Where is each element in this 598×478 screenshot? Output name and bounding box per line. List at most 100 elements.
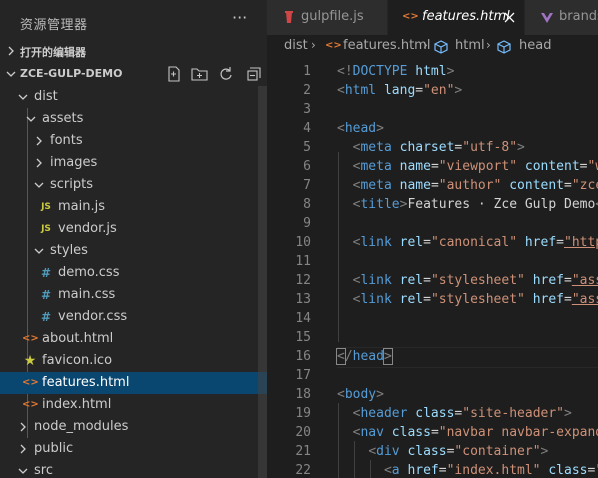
line-number: 2 (303, 83, 311, 98)
tree-file-features-html[interactable]: <> features.html (0, 372, 267, 394)
line-number: 20 (295, 425, 311, 440)
open-editors-section[interactable]: 打开的编辑器 (0, 40, 267, 62)
tree-folder-fonts[interactable]: fonts (0, 130, 267, 152)
line-number: 11 (295, 254, 311, 269)
tree-label: about.html (42, 331, 114, 346)
tree-folder-public[interactable]: public (0, 438, 267, 460)
tree-label: features.html (42, 375, 130, 390)
tree-file-about-html[interactable]: <> about.html (0, 328, 267, 350)
chevron-down-icon (18, 468, 28, 474)
tree-label: index.html (42, 397, 112, 412)
tree-label: vendor.js (58, 221, 117, 236)
line-number: 1 (303, 64, 311, 79)
breadcrumb-file[interactable]: features.html (343, 38, 430, 53)
ellipsis-icon[interactable]: ··· (232, 8, 247, 27)
code-line: </head> (336, 348, 393, 365)
refresh-icon[interactable] (215, 65, 237, 83)
tree-folder-scripts[interactable]: scripts (0, 174, 267, 196)
line-number: 4 (303, 121, 311, 136)
line-number: 21 (295, 444, 311, 459)
tree-file-vendor-css[interactable]: # vendor.css (0, 306, 267, 328)
js-file-icon: JS (41, 202, 51, 212)
html-file-icon: <> (325, 40, 342, 51)
tree-label: main.css (58, 287, 116, 302)
tree-label: fonts (50, 133, 83, 148)
sidebar-scrollbar[interactable] (258, 86, 267, 478)
line-number: 13 (295, 292, 311, 307)
code-line: <body> (337, 387, 384, 402)
tab-label: gulpfile.js (301, 9, 364, 24)
line-number: 7 (303, 178, 311, 193)
code-line: <html lang="en"> (337, 83, 463, 98)
tab-features-html[interactable]: <> features.html (388, 0, 524, 35)
chevron-right-icon: › (486, 38, 491, 52)
line-number: 9 (303, 216, 311, 231)
code-line: <a href="index.html" class=" (383, 463, 598, 478)
gulp-icon (285, 11, 293, 23)
chevron-down-icon (18, 94, 28, 100)
new-file-icon[interactable] (163, 65, 185, 83)
code-line: <link rel="canonical" href="http (352, 235, 598, 250)
workspace-label: ZCE-GULP-DEMO (20, 67, 123, 80)
code-line: <div class="container"> (368, 444, 549, 459)
chevron-right-icon (20, 422, 26, 432)
star-icon: ★ (23, 353, 37, 369)
tree-label: dist (34, 89, 58, 104)
breadcrumb-head[interactable]: head (519, 38, 551, 53)
code-line: <meta name="author" content="zce (352, 178, 598, 193)
chevron-down-icon (34, 248, 44, 254)
collapse-all-icon[interactable] (241, 65, 263, 83)
tab-brands[interactable]: brands. (525, 0, 598, 35)
tree-file-demo-css[interactable]: # demo.css (0, 262, 267, 284)
tree-folder-node-modules[interactable]: node_modules (0, 416, 267, 438)
tree-label: src (34, 463, 53, 478)
html-file-icon: <> (22, 333, 39, 344)
tree-folder-styles[interactable]: styles (0, 240, 267, 262)
code-line: <link rel="stylesheet" href="ass (352, 273, 598, 288)
tree-file-main-js[interactable]: JS main.js (0, 196, 267, 218)
html-file-icon: <> (22, 377, 39, 388)
vue-icon (541, 13, 553, 23)
line-number: 17 (295, 368, 311, 383)
code-line: <link rel="stylesheet" href="ass (352, 292, 598, 307)
line-number: 3 (303, 102, 311, 117)
css-file-icon: # (40, 288, 52, 302)
tree-file-index-html[interactable]: <> index.html (0, 394, 267, 416)
tree-file-vendor-js[interactable]: JS vendor.js (0, 218, 267, 240)
breadcrumb-html[interactable]: html (455, 38, 485, 53)
line-number: 12 (295, 273, 311, 288)
tree-label: images (50, 155, 98, 170)
code-line: <header class="site-header"> (352, 406, 572, 421)
explorer-sidebar: 资源管理器 ··· 打开的编辑器 ZCE-GULP-DEMO dist asse… (0, 0, 267, 478)
chevron-down-icon (34, 182, 44, 188)
tree-folder-images[interactable]: images (0, 152, 267, 174)
chevron-down-icon (26, 116, 36, 122)
new-folder-icon[interactable] (189, 65, 211, 83)
line-number: 22 (295, 463, 311, 478)
tree-label: node_modules (34, 419, 129, 434)
tree-folder-src[interactable]: src (0, 460, 267, 478)
line-number: 5 (303, 140, 311, 155)
chevron-right-icon (8, 46, 14, 56)
workspace-section[interactable]: ZCE-GULP-DEMO (0, 63, 267, 85)
tree-file-favicon[interactable]: ★ favicon.ico (0, 350, 267, 372)
tree-label: public (34, 441, 74, 456)
symbol-element-icon (434, 40, 448, 54)
css-file-icon: # (40, 266, 52, 280)
line-number: 8 (303, 197, 311, 212)
breadcrumb-dist[interactable]: dist (284, 38, 308, 53)
line-number: 6 (303, 159, 311, 174)
explorer-header: 资源管理器 ··· (0, 0, 267, 44)
tree-folder-dist[interactable]: dist (0, 86, 267, 108)
tree-label: vendor.css (58, 309, 128, 324)
code-line: <nav class="navbar navbar-expand (352, 425, 598, 440)
tab-gulpfile[interactable]: gulpfile.js (267, 0, 388, 35)
code-editor[interactable]: 1 2 3 4 5 6 7 8 9 10 11 12 13 14 15 16 1… (267, 57, 598, 478)
close-icon[interactable] (504, 12, 515, 23)
tab-label: brands. (559, 9, 598, 24)
open-editors-label: 打开的编辑器 (20, 46, 86, 59)
tree-folder-assets[interactable]: assets (0, 108, 267, 130)
line-number: 16 (295, 349, 311, 364)
tree-file-main-css[interactable]: # main.css (0, 284, 267, 306)
css-file-icon: # (40, 310, 52, 324)
